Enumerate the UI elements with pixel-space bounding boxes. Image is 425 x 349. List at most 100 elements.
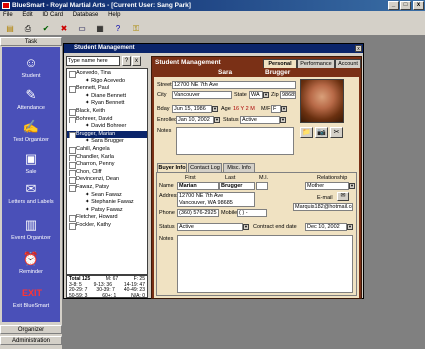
bday-field[interactable]: Jun 15, 1986	[172, 105, 212, 113]
student-row[interactable]: ✦ Diane Bennett	[67, 93, 147, 101]
student-row[interactable]: ✦ Rigo Acevedo	[67, 78, 147, 86]
family-row[interactable]: Chandler, Karla	[67, 154, 147, 162]
family-row[interactable]: Chon, Cliff	[67, 169, 147, 177]
open-icon[interactable]: ▤	[4, 22, 16, 34]
menu-edit[interactable]: Edit	[22, 12, 32, 18]
tab-contact-log[interactable]: Contact Log	[188, 163, 222, 172]
student-row[interactable]: ✦ Patsy Fawaz	[67, 207, 147, 215]
student-row[interactable]: ✦ Stephanie Fawaz	[67, 199, 147, 207]
folder-icon[interactable]: 📁	[300, 127, 313, 138]
tab-personal[interactable]: Personal	[263, 59, 297, 68]
email-label: E-mail	[317, 195, 333, 201]
relationship-dropdown-icon[interactable]: ▼	[349, 183, 355, 189]
search-input[interactable]: Type name here	[66, 56, 120, 66]
buyer-status-label: Status	[159, 224, 175, 230]
menu-id-card[interactable]: ID Card	[42, 12, 63, 18]
tab-misc-info[interactable]: Misc. Info	[223, 163, 255, 172]
window-close-button[interactable]: x	[355, 45, 362, 52]
task-student[interactable]: ☺ Student	[2, 55, 60, 79]
student-row[interactable]: ✦ Ryan Bennett	[67, 100, 147, 108]
enrolled-dropdown-icon[interactable]: ▼	[214, 117, 220, 123]
street-label: Street	[157, 82, 172, 88]
notes-field[interactable]	[176, 127, 294, 155]
task-attendance[interactable]: ✎ Attendance	[2, 87, 60, 111]
city-field[interactable]: Vancouver	[172, 91, 232, 99]
student-row[interactable]: ✦ Sara Brugger	[67, 138, 147, 146]
relationship-field[interactable]: Mother	[305, 182, 349, 190]
close-icon[interactable]: ✖	[58, 22, 70, 34]
task-list: ☺ Student ✎ Attendance ✍ Test Organizer ▣ Sa…	[2, 47, 60, 322]
enrolled-field[interactable]: Jan 10, 2002	[176, 116, 214, 124]
search-button[interactable]: ?	[122, 56, 131, 66]
close-button[interactable]: x	[413, 1, 424, 10]
task-sale[interactable]: ▣ Sale	[2, 151, 60, 175]
grid-icon[interactable]: ▦	[94, 22, 106, 34]
status-field[interactable]: Active	[240, 116, 280, 124]
administration-header[interactable]: Administration	[0, 336, 62, 345]
age-bucket: 50-59: 3	[69, 292, 88, 299]
check-icon[interactable]: ✔	[40, 22, 52, 34]
task-reminder[interactable]: ⏰ Reminder	[2, 251, 60, 275]
bday-dropdown-icon[interactable]: ▼	[212, 106, 218, 112]
family-row[interactable]: Fletcher, Howard	[67, 214, 147, 222]
student-list[interactable]: Acevedo, Tina ✦ Rigo Acevedo Bennett, Paul…	[66, 68, 148, 275]
buyer-status-dropdown-icon[interactable]: ▼	[243, 224, 249, 230]
email-send-icon[interactable]: ✉	[337, 192, 349, 201]
student-row[interactable]: ✦ Sean Fawaz	[67, 192, 147, 200]
menu-database[interactable]: Database	[73, 12, 99, 18]
task-header[interactable]: Task	[0, 37, 62, 46]
remove-photo-icon[interactable]: ✂	[330, 127, 343, 138]
buyer-notes-field[interactable]	[177, 235, 353, 293]
clear-search-button[interactable]: x	[132, 56, 141, 66]
family-row[interactable]: Fockler, Kathy	[67, 222, 147, 230]
status-dropdown-icon[interactable]: ▼	[280, 117, 286, 123]
title-bar: BlueSmart - Royal Martial Arts - [Curren…	[0, 0, 425, 11]
exit-icon: EXIT	[22, 288, 43, 298]
task-test-organizer[interactable]: ✍ Test Organizer	[2, 119, 60, 143]
family-row[interactable]: Acevedo, Tina	[67, 70, 147, 78]
state-dropdown-icon[interactable]: ▼	[263, 92, 269, 98]
family-row[interactable]: Bohreer, David	[67, 116, 147, 124]
buyer-last-field[interactable]: Brugger	[219, 182, 255, 190]
buyer-phone-field[interactable]: (360) 576-2925	[177, 209, 219, 217]
family-row[interactable]: Fawaz, Patsy	[67, 184, 147, 192]
menu-help[interactable]: Help	[108, 12, 120, 18]
email-field[interactable]: Marquis182@hotmail.com	[293, 203, 353, 211]
contract-end-label: Contract end date	[253, 224, 297, 230]
family-row[interactable]: Bennett, Paul	[67, 85, 147, 93]
help-icon[interactable]: ?	[112, 22, 124, 34]
zip-field[interactable]: 98685	[280, 91, 296, 99]
family-row[interactable]: Cahill, Angela	[67, 146, 147, 154]
contract-end-field[interactable]: Dec 10, 2002	[305, 223, 347, 231]
mf-field[interactable]: F	[271, 105, 281, 113]
family-row[interactable]: Devincenzi, Dean	[67, 176, 147, 184]
mobile-field[interactable]: ( ) -	[237, 209, 267, 217]
maximize-button[interactable]: □	[400, 1, 411, 10]
tab-account[interactable]: Account	[335, 59, 361, 68]
id-card-icon[interactable]: ▭	[76, 22, 88, 34]
street-field[interactable]: 12700 NE 7th Ave	[172, 81, 296, 89]
menu-file[interactable]: File	[3, 12, 13, 18]
buyer-mi-field[interactable]	[256, 182, 268, 190]
task-event-organizer[interactable]: ▥ Event Organizer	[2, 217, 60, 241]
task-letters-labels[interactable]: ✉ Letters and Labels	[2, 181, 60, 205]
family-row[interactable]: Charron, Penny	[67, 161, 147, 169]
bday-label: Bday	[157, 106, 170, 112]
camera-icon[interactable]: 📷	[315, 127, 328, 138]
buyer-status-field[interactable]: Active	[177, 223, 243, 231]
buyer-first-field[interactable]: Marian	[177, 182, 219, 190]
organizer-header[interactable]: Organizer	[0, 325, 62, 334]
print-icon[interactable]: ⎙	[22, 22, 34, 34]
tab-buyer-info[interactable]: Buyer Info	[157, 163, 187, 172]
buyer-address-field[interactable]: 12700 NE 7th Ave Vancouver, WA 98685	[177, 192, 255, 207]
family-row[interactable]: Black, Keith	[67, 108, 147, 116]
mf-dropdown-icon[interactable]: ▼	[281, 106, 287, 112]
key-icon[interactable]: ⚿	[130, 22, 142, 34]
tab-performance[interactable]: Performance	[297, 59, 335, 68]
contract-end-dropdown-icon[interactable]: ▼	[347, 224, 353, 230]
family-row[interactable]: Brugger, Marian	[67, 130, 147, 139]
task-exit[interactable]: EXIT Exit BlueSmart	[2, 285, 60, 309]
minimize-button[interactable]: _	[388, 1, 399, 10]
student-row[interactable]: ✦ David Bohreer	[67, 123, 147, 131]
state-field[interactable]: WA	[249, 91, 263, 99]
